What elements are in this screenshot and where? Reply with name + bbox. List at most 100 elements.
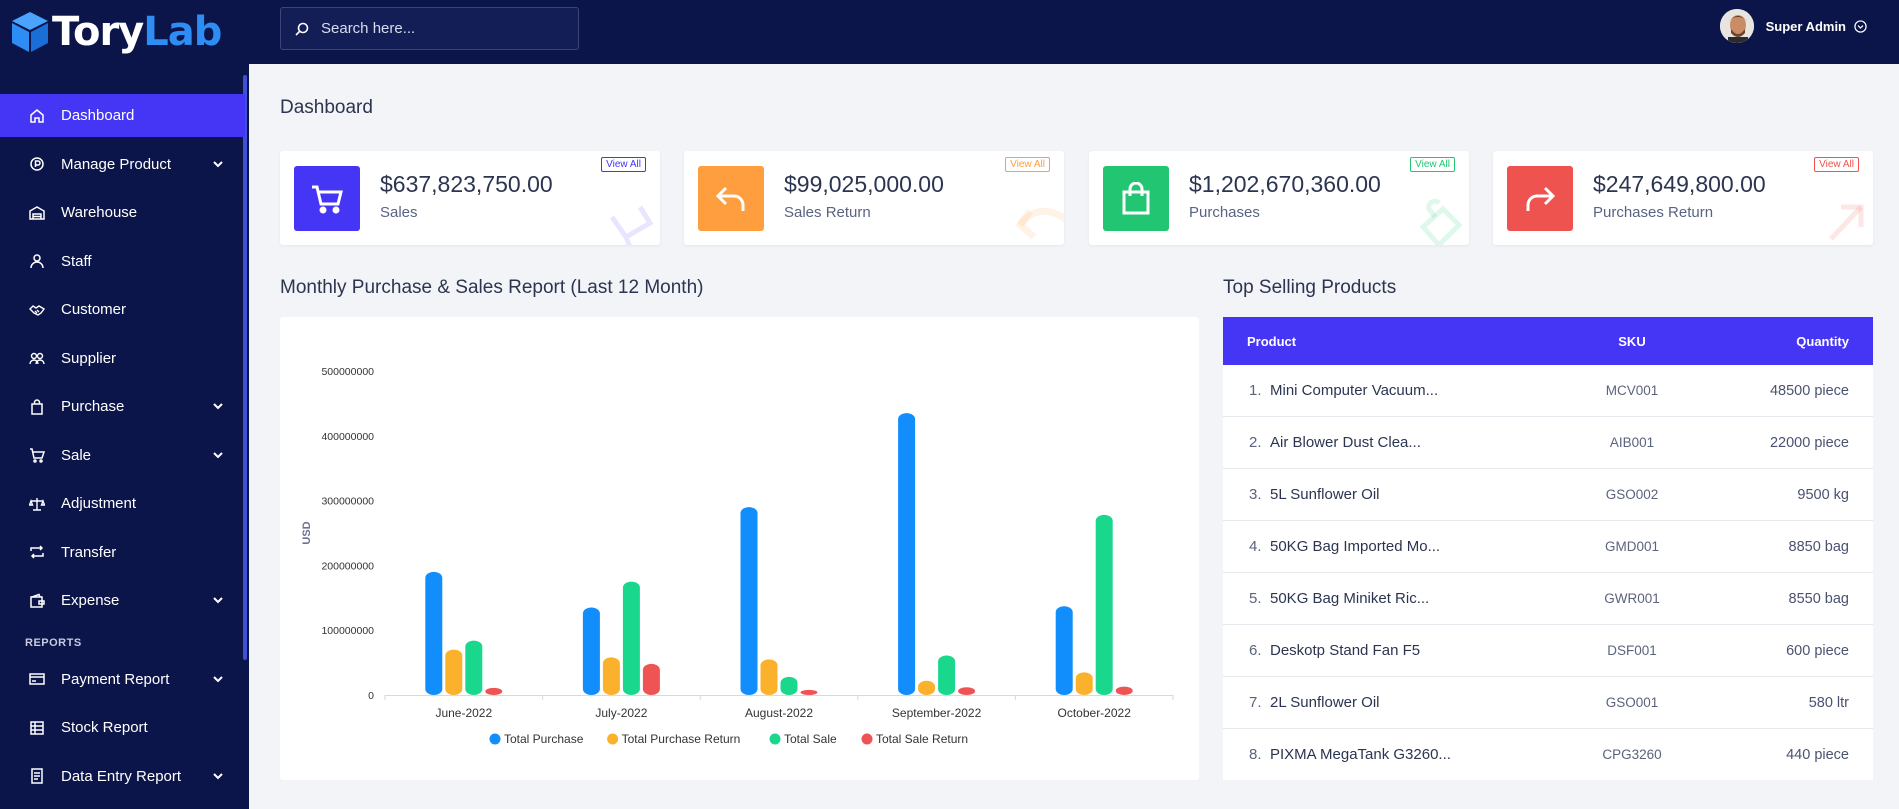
table-row[interactable]: 4. 50KG Bag Imported Mo... GMD001 8850 ba… bbox=[1223, 521, 1873, 573]
chevron-down-icon bbox=[213, 597, 223, 604]
product-name: Deskotp Stand Fan F5 bbox=[1270, 642, 1421, 659]
bar-total-sale-return bbox=[485, 687, 503, 695]
bar-total-purchase-return bbox=[918, 680, 936, 695]
wallet-icon bbox=[28, 592, 46, 610]
chevron-down-icon bbox=[213, 160, 223, 167]
table-row[interactable]: 3. 5L Sunflower Oil GSO002 9500 kg bbox=[1223, 469, 1873, 521]
sidebar-item-expense[interactable]: Expense bbox=[0, 579, 245, 622]
product-sku: GSO001 bbox=[1605, 695, 1659, 710]
row-number: 2. bbox=[1249, 434, 1262, 451]
stat-label: Purchases bbox=[1189, 204, 1260, 221]
view-all-button[interactable]: View All bbox=[1410, 157, 1455, 172]
sidebar-item-staff[interactable]: Staff bbox=[0, 240, 245, 283]
sidebar-item-dashboard[interactable]: Dashboard bbox=[0, 94, 245, 137]
page-title: Dashboard bbox=[280, 97, 373, 118]
product-quantity: 580 ltr bbox=[1808, 694, 1849, 711]
product-sku: CPG3260 bbox=[1602, 747, 1662, 762]
product-name: PIXMA MegaTank G3260... bbox=[1270, 746, 1451, 763]
column-header-sku[interactable]: SKU bbox=[1563, 334, 1701, 349]
table-row[interactable]: 5. 50KG Bag Miniket Ric... GWR001 8550 ba… bbox=[1223, 573, 1873, 625]
sidebar-item-label: Staff bbox=[61, 252, 92, 270]
handshake-icon bbox=[28, 301, 46, 319]
sidebar-item-label: Data Entry Report bbox=[61, 767, 182, 785]
cart-icon bbox=[28, 446, 46, 464]
product-sku: AIB001 bbox=[1609, 435, 1655, 450]
sidebar-item-stock-report[interactable]: Stock Report bbox=[0, 706, 245, 749]
stat-icon-box bbox=[294, 166, 360, 231]
sidebar-item-purchase[interactable]: Purchase bbox=[0, 385, 245, 428]
sidebar-item-manage-product[interactable]: Manage Product bbox=[0, 143, 245, 186]
stat-icon-box bbox=[1507, 166, 1573, 231]
table-row[interactable]: 2. Air Blower Dust Clea... AIB001 22000 p… bbox=[1223, 417, 1873, 469]
stock-icon bbox=[28, 719, 46, 737]
stat-value: $247,649,800.00 bbox=[1593, 171, 1766, 197]
brand-name-part2: Lab bbox=[143, 9, 222, 55]
y-tick-label: 100000000 bbox=[321, 625, 374, 637]
bar-total-sale bbox=[938, 655, 956, 695]
sidebar-item-label: Stock Report bbox=[61, 719, 148, 736]
bar-total-sale bbox=[780, 676, 798, 695]
home-icon bbox=[28, 107, 46, 125]
sidebar-item-customer[interactable]: Customer bbox=[0, 288, 245, 331]
top-products-table: Product SKU Quantity 1. Mini Computer Vac… bbox=[1223, 317, 1873, 780]
warehouse-icon bbox=[28, 204, 46, 222]
x-tick-label: August-2022 bbox=[745, 706, 813, 720]
stat-value: $99,025,000.00 bbox=[784, 171, 944, 197]
table-row[interactable]: 8. PIXMA MegaTank G3260... CPG3260 440 pi… bbox=[1223, 729, 1873, 780]
product-name: 50KG Bag Imported Mo... bbox=[1270, 538, 1441, 555]
search-box[interactable] bbox=[280, 7, 579, 50]
chevron-down-icon bbox=[213, 772, 223, 779]
sidebar-item-payment-report[interactable]: Payment Report bbox=[0, 658, 245, 701]
table-row[interactable]: 7. 2L Sunflower Oil GSO001 580 ltr bbox=[1223, 677, 1873, 729]
sidebar-item-label: Adjustment bbox=[61, 495, 137, 512]
sidebar-item-transfer[interactable]: Transfer bbox=[0, 531, 245, 574]
table-row[interactable]: 1. Mini Computer Vacuum... MCV001 48500 p… bbox=[1223, 365, 1873, 417]
legend-label: Total Purchase bbox=[504, 732, 584, 746]
data-entry-icon bbox=[28, 767, 46, 785]
stat-icon-box bbox=[1103, 166, 1169, 231]
sidebar-item-label: Sale bbox=[61, 446, 92, 464]
sidebar-item-supplier[interactable]: Supplier bbox=[0, 337, 245, 380]
row-number: 5. bbox=[1249, 590, 1262, 607]
view-all-button[interactable]: View All bbox=[1814, 157, 1859, 172]
sidebar-item-label: Customer bbox=[61, 301, 127, 318]
product-sku: GMD001 bbox=[1604, 539, 1660, 554]
row-number: 8. bbox=[1249, 746, 1262, 763]
y-tick-label: 400000000 bbox=[321, 431, 374, 443]
legend-label: Total Purchase Return bbox=[622, 732, 741, 746]
cube-logo-icon bbox=[12, 12, 48, 52]
y-tick-label: 500000000 bbox=[321, 366, 374, 378]
user-menu[interactable]: Super Admin bbox=[1719, 9, 1867, 43]
cart-icon bbox=[312, 185, 343, 213]
chevron-down-circle-icon[interactable] bbox=[1854, 19, 1867, 33]
table-row[interactable]: 6. Deskotp Stand Fan F5 DSF001 600 piece bbox=[1223, 625, 1873, 677]
avatar[interactable] bbox=[1719, 9, 1754, 43]
column-header-quantity[interactable]: Quantity bbox=[1701, 334, 1873, 349]
bar-total-sale bbox=[622, 581, 640, 695]
column-header-product[interactable]: Product bbox=[1223, 334, 1563, 349]
view-all-button[interactable]: View All bbox=[601, 157, 646, 172]
product-quantity: 440 piece bbox=[1786, 746, 1849, 763]
chevron-down-icon bbox=[213, 451, 223, 458]
bar-total-purchase-return bbox=[1075, 672, 1093, 695]
sidebar-item-data-entry-report[interactable]: Data Entry Report bbox=[0, 755, 245, 798]
search-icon bbox=[295, 22, 309, 36]
brand-logo[interactable]: ToryLab bbox=[0, 0, 249, 64]
search-input[interactable] bbox=[321, 20, 571, 37]
legend-marker bbox=[861, 733, 873, 745]
sidebar-item-sale[interactable]: Sale bbox=[0, 434, 245, 477]
stat-value: $637,823,750.00 bbox=[380, 171, 553, 197]
product-sku: MCV001 bbox=[1605, 383, 1659, 398]
cart-watermark-icon bbox=[609, 205, 654, 245]
stat-label: Sales Return bbox=[784, 204, 871, 221]
view-all-button[interactable]: View All bbox=[1005, 157, 1050, 172]
product-icon bbox=[28, 155, 46, 173]
user-name: Super Admin bbox=[1765, 18, 1846, 34]
stat-value: $1,202,670,360.00 bbox=[1189, 171, 1381, 197]
stat-card-sales-return: $99,025,000.00 Sales Return View All bbox=[684, 151, 1064, 245]
sidebar-item-warehouse[interactable]: Warehouse bbox=[0, 191, 245, 234]
sidebar-item-adjustment[interactable]: Adjustment bbox=[0, 482, 245, 525]
y-tick-label: 0 bbox=[368, 690, 374, 702]
stat-card-purchases: $1,202,670,360.00 Purchases View All bbox=[1089, 151, 1469, 245]
bag-watermark-icon bbox=[1419, 198, 1463, 245]
